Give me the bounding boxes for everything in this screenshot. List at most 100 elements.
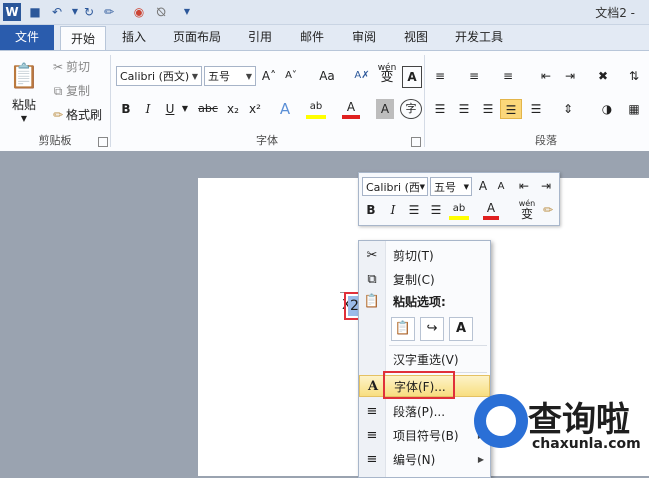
sort-icon[interactable]: ⇅ (624, 66, 644, 86)
character-border-button[interactable]: A (402, 66, 422, 88)
ribbon: 📋 粘贴 ▼ ✂ 剪切 ⧉ 复制 ✏ 格式刷 剪贴板 Calibri (西文) ▼… (0, 50, 649, 152)
menu-item-reconvert[interactable]: 汉字重选(V) (359, 349, 490, 371)
mini-format-painter-icon[interactable]: ✏ (539, 201, 557, 220)
clear-formatting-button[interactable]: A✗ (352, 66, 372, 86)
increase-indent-icon[interactable]: ⇥ (560, 66, 580, 86)
line-spacing-icon[interactable]: ⇕ (556, 99, 580, 119)
menu-item-label: 复制(C) (393, 273, 435, 287)
italic-button[interactable]: I (140, 99, 156, 119)
paint-icon[interactable]: ◉ (130, 3, 148, 21)
menu-item-cut[interactable]: ✂ 剪切(T) (359, 245, 490, 267)
font-icon: A (367, 379, 379, 394)
customize-quick-access-icon[interactable]: ▼ (178, 3, 196, 21)
multilevel-list-icon[interactable]: ≡ (498, 66, 518, 86)
copy-button[interactable]: 复制 (66, 81, 96, 101)
shading-icon[interactable]: ◑ (596, 99, 618, 119)
align-right-icon[interactable]: ☰ (478, 99, 498, 119)
character-shading-button[interactable]: A (376, 99, 394, 119)
redo-icon[interactable]: ↻ (80, 3, 98, 21)
paste-icon[interactable]: 📋 (8, 59, 40, 93)
distribute-icon[interactable]: ☰ (526, 99, 546, 119)
mini-justify-icon[interactable]: ☰ (427, 201, 445, 220)
strikethrough-button[interactable]: abc (196, 99, 220, 119)
subscript-button[interactable]: x₂ (224, 99, 242, 119)
watermark-sub: chaxunla.com (532, 436, 641, 452)
enclose-characters-button[interactable]: 字 (400, 99, 422, 119)
keep-format-icon[interactable]: 📋 (391, 317, 415, 341)
tab-review[interactable]: 审阅 (344, 25, 384, 50)
chinese-layout-icon[interactable]: ✖ (590, 66, 616, 86)
underline-dropdown-icon[interactable]: ▼ (180, 99, 190, 119)
mini-increase-indent-icon[interactable]: ⇥ (537, 177, 555, 196)
numbering-icon[interactable]: ≡ (464, 66, 484, 86)
mini-font-name-combo[interactable]: Calibri (西 ▼ (362, 177, 428, 196)
tab-mailings[interactable]: 邮件 (292, 25, 332, 50)
cut-button[interactable]: 剪切 (66, 57, 96, 77)
mini-shrink-font-button[interactable]: A (493, 177, 509, 196)
mini-font-size-value: 五号 (434, 181, 456, 194)
chevron-down-icon: ▼ (463, 183, 469, 191)
tab-references[interactable]: 引用 (240, 25, 280, 50)
mini-font-size-combo[interactable]: 五号 ▼ (430, 177, 472, 196)
save-icon[interactable]: ■ (26, 3, 44, 21)
font-size-combo[interactable]: 五号 ▼ (204, 66, 256, 86)
chevron-down-icon: ▼ (191, 72, 198, 81)
menu-item-label: 汉字重选(V) (393, 353, 459, 367)
superscript-button[interactable]: x² (246, 99, 264, 119)
tab-insert[interactable]: 插入 (112, 25, 156, 50)
font-launcher-icon[interactable] (411, 137, 421, 147)
menu-item-copy[interactable]: ⧉ 复制(C) (359, 269, 490, 291)
bullets-icon: ≡ (366, 428, 378, 443)
mini-decrease-indent-icon[interactable]: ⇤ (515, 177, 533, 196)
format-painter-icon[interactable]: ✏ (50, 105, 66, 125)
mini-font-color-button[interactable]: A (483, 201, 499, 220)
copy-icon[interactable]: ⧉ (50, 81, 66, 101)
ribbon-tabs: 文件 开始 插入 页面布局 引用 邮件 审阅 视图 开发工具 (0, 25, 649, 52)
copy-icon: ⧉ (367, 272, 377, 287)
mini-phonetic-guide-button[interactable]: wén 变 (517, 199, 537, 221)
align-left-icon[interactable]: ☰ (430, 99, 450, 119)
clipboard-launcher-icon[interactable] (98, 137, 108, 147)
font-color-button[interactable]: A (342, 99, 360, 119)
undo-icon[interactable]: ↶ (48, 3, 66, 21)
clear-icon[interactable]: ⦰ (152, 3, 170, 21)
bullets-icon[interactable]: ≡ (430, 66, 450, 86)
menu-item-label: 粘贴选项: (393, 295, 446, 309)
mini-grow-font-button[interactable]: A (475, 177, 491, 196)
bold-button[interactable]: B (118, 99, 134, 119)
highlight-button[interactable]: ab (306, 99, 326, 119)
justify-icon[interactable]: ☰ (500, 99, 522, 119)
change-case-button[interactable]: Aa (314, 66, 340, 86)
menu-separator (389, 345, 487, 346)
shrink-font-button[interactable]: A˅ (282, 66, 300, 86)
grow-font-button[interactable]: A˄ (260, 66, 278, 86)
tab-home[interactable]: 开始 (60, 26, 106, 52)
watermark: 查询啦 chaxunla.com (466, 380, 649, 476)
format-painter-icon[interactable]: ✏ (100, 3, 118, 21)
tab-page-layout[interactable]: 页面布局 (166, 25, 228, 50)
phonetic-guide-button[interactable]: wén 变 (376, 63, 398, 87)
mini-italic-button[interactable]: I (385, 201, 401, 220)
mini-highlight-button[interactable]: ab (449, 201, 469, 220)
tab-developer[interactable]: 开发工具 (448, 25, 510, 50)
mini-bold-button[interactable]: B (363, 201, 379, 220)
chevron-down-icon: ▼ (245, 72, 252, 81)
align-center-icon[interactable]: ☰ (454, 99, 474, 119)
cut-icon[interactable]: ✂ (50, 57, 66, 77)
font-size-value: 五号 (208, 70, 230, 83)
paste-dropdown-icon[interactable]: ▼ (18, 109, 30, 129)
underline-button[interactable]: U (162, 99, 178, 119)
word-logo-icon[interactable]: W (3, 3, 21, 21)
merge-format-icon[interactable]: ↪ (420, 317, 444, 341)
tab-view[interactable]: 视图 (396, 25, 436, 50)
text-only-icon[interactable]: A (449, 317, 473, 341)
borders-icon[interactable]: ▦ (624, 99, 644, 119)
mini-phonetic-char: 变 (520, 207, 533, 221)
decrease-indent-icon[interactable]: ⇤ (536, 66, 556, 86)
text-effects-button[interactable]: A (274, 99, 296, 119)
mini-center-icon[interactable]: ☰ (405, 201, 423, 220)
tab-file[interactable]: 文件 (0, 25, 54, 50)
watermark-logo-inner (486, 406, 516, 436)
format-painter-button[interactable]: 格式刷 (66, 105, 108, 125)
font-name-combo[interactable]: Calibri (西文) ▼ (116, 66, 202, 86)
